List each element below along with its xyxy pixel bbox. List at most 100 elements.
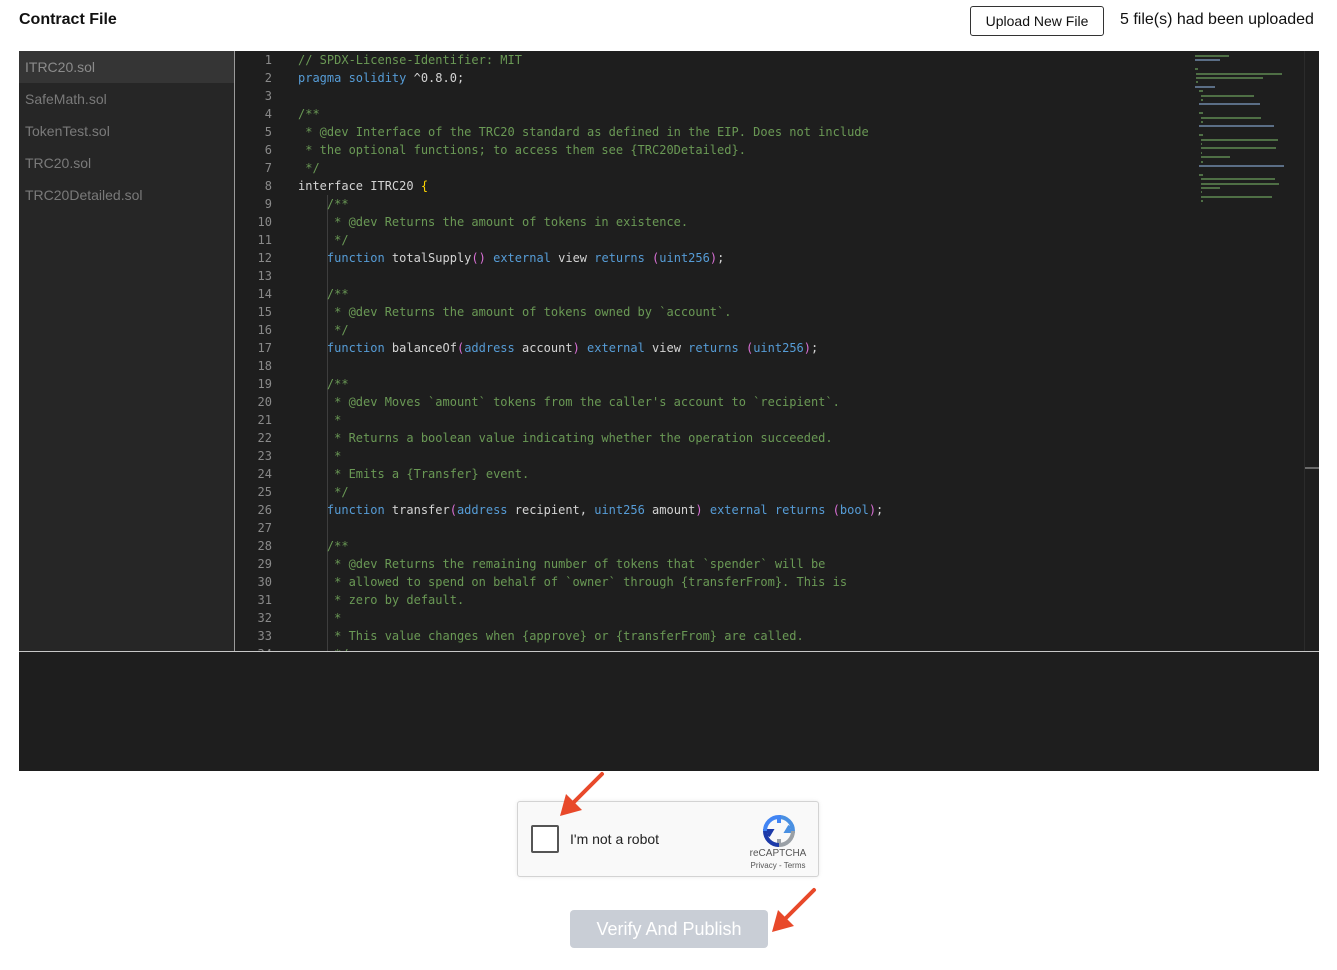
file-item-trc20[interactable]: TRC20.sol — [19, 147, 234, 179]
line-number: 22 — [257, 431, 272, 445]
minimap-line — [1200, 138, 1278, 141]
line-number: 23 — [257, 449, 272, 463]
minimap-line — [1195, 59, 1221, 62]
code-token: * Emits a {Transfer} event. — [298, 467, 530, 481]
code-text: * @dev Returns the remaining number of t… — [298, 555, 825, 573]
code-token: external — [709, 503, 775, 517]
minimap-line — [1195, 55, 1230, 57]
code-text: * — [298, 609, 341, 627]
code-minimap[interactable] — [1191, 51, 1301, 211]
line-number: 9 — [264, 197, 272, 211]
code-token: * the optional functions; to access them… — [298, 143, 746, 157]
code-token: ) — [572, 341, 588, 355]
code-text: /** — [298, 375, 349, 393]
minimap-line — [1200, 151, 1202, 154]
line-number: 2 — [264, 71, 272, 85]
code-text: function totalSupply() external view ret… — [298, 249, 724, 267]
code-token: */ — [298, 161, 320, 175]
minimap-line — [1199, 112, 1203, 115]
line-number: 7 — [264, 161, 272, 175]
recaptcha-brand: reCAPTCHA — [749, 848, 807, 859]
code-line: 26 function transfer(address recipient, … — [236, 501, 1186, 519]
code-token: * zero by default. — [298, 593, 465, 607]
recaptcha-label: I'm not a robot — [570, 831, 660, 847]
code-token: function — [298, 251, 392, 265]
code-line: 18 — [236, 357, 1186, 375]
file-sidebar: ITRC20.sol SafeMath.sol TokenTest.sol TR… — [19, 51, 235, 651]
line-number: 20 — [257, 395, 272, 409]
code-text: * @dev Returns the amount of tokens in e… — [298, 213, 688, 231]
code-line: 17 function balanceOf(address account) e… — [236, 339, 1186, 357]
line-number: 30 — [257, 575, 272, 589]
code-view[interactable]: 1 // SPDX-License-Identifier: MIT 2 pragma … — [236, 51, 1319, 651]
minimap-line — [1200, 94, 1255, 97]
verify-and-publish-button[interactable]: Verify And Publish — [570, 910, 768, 948]
code-token: totalSupply — [391, 251, 472, 265]
code-text: /** — [298, 285, 349, 303]
line-number: 25 — [257, 485, 272, 499]
code-token: /** — [298, 287, 349, 301]
minimap-line — [1196, 72, 1282, 75]
code-line: 24 * Emits a {Transfer} event. — [236, 465, 1186, 483]
minimap-line — [1199, 134, 1203, 137]
line-number: 26 — [257, 503, 272, 517]
file-item-itrc20[interactable]: ITRC20.sol — [19, 51, 234, 83]
minimap-line — [1195, 85, 1215, 88]
code-editor: ITRC20.sol SafeMath.sol TokenTest.sol TR… — [19, 51, 1319, 771]
code-line: 3 — [236, 87, 1186, 105]
annotation-arrow-icon — [772, 888, 816, 932]
code-line: 12 function totalSupply() external view … — [236, 249, 1186, 267]
minimap-line — [1200, 187, 1221, 189]
vertical-scrollbar[interactable] — [1304, 51, 1305, 651]
line-number: 27 — [257, 521, 272, 535]
code-token: ; — [717, 251, 725, 265]
code-token: function — [298, 341, 392, 355]
code-line: 19 /** — [236, 375, 1186, 393]
code-text: * @dev Moves `amount` tokens from the ca… — [298, 393, 840, 411]
upload-new-file-button[interactable]: Upload New File — [970, 6, 1104, 36]
code-text: * the optional functions; to access them… — [298, 141, 746, 159]
code-token: external — [493, 251, 559, 265]
code-line: 7 */ — [236, 159, 1186, 177]
recaptcha-logo-icon — [762, 814, 796, 848]
code-token: ) — [868, 503, 877, 517]
code-token: */ — [298, 323, 349, 337]
code-text: /** — [298, 195, 349, 213]
code-text: function transfer(address recipient, uin… — [298, 501, 883, 519]
code-token: uint256 — [659, 251, 710, 265]
file-item-safemath[interactable]: SafeMath.sol — [19, 83, 234, 115]
minimap-line — [1200, 147, 1277, 150]
code-token: */ — [298, 485, 349, 499]
code-line: 28 /** — [236, 537, 1186, 555]
code-token: { — [420, 179, 429, 193]
code-line: 25 */ — [236, 483, 1186, 501]
code-token: * @dev Interface of the TRC20 standard a… — [298, 125, 869, 139]
minimap-line — [1196, 81, 1199, 84]
code-line: 4 /** — [236, 105, 1186, 123]
code-text: * Returns a boolean value indicating whe… — [298, 429, 833, 447]
code-token: ( — [449, 503, 457, 517]
code-token: * @dev Moves `amount` tokens from the ca… — [298, 395, 840, 409]
file-item-trc20detailed[interactable]: TRC20Detailed.sol — [19, 179, 234, 211]
code-token: * — [298, 611, 342, 625]
minimap-line — [1200, 191, 1202, 194]
code-token: * This value changes when {approve} or {… — [298, 629, 804, 643]
annotation-arrow-icon — [560, 772, 604, 816]
code-token: * — [298, 449, 342, 463]
minimap-line — [1199, 90, 1203, 93]
recaptcha-privacy-terms-link[interactable]: Privacy - Terms — [740, 861, 816, 870]
line-number: 32 — [257, 611, 272, 625]
code-line: 33 * This value changes when {approve} o… — [236, 627, 1186, 645]
file-item-tokentest[interactable]: TokenTest.sol — [19, 115, 234, 147]
minimap-line — [1200, 182, 1279, 185]
code-token: account — [521, 341, 573, 355]
code-text: * — [298, 447, 341, 465]
line-number: 33 — [257, 629, 272, 643]
code-token: view — [652, 341, 689, 355]
line-number: 29 — [257, 557, 272, 571]
line-number: 19 — [257, 377, 272, 391]
line-number: 17 — [257, 341, 272, 355]
line-number: 31 — [257, 593, 272, 607]
recaptcha-checkbox[interactable] — [531, 825, 559, 853]
minimap-line — [1199, 165, 1285, 167]
